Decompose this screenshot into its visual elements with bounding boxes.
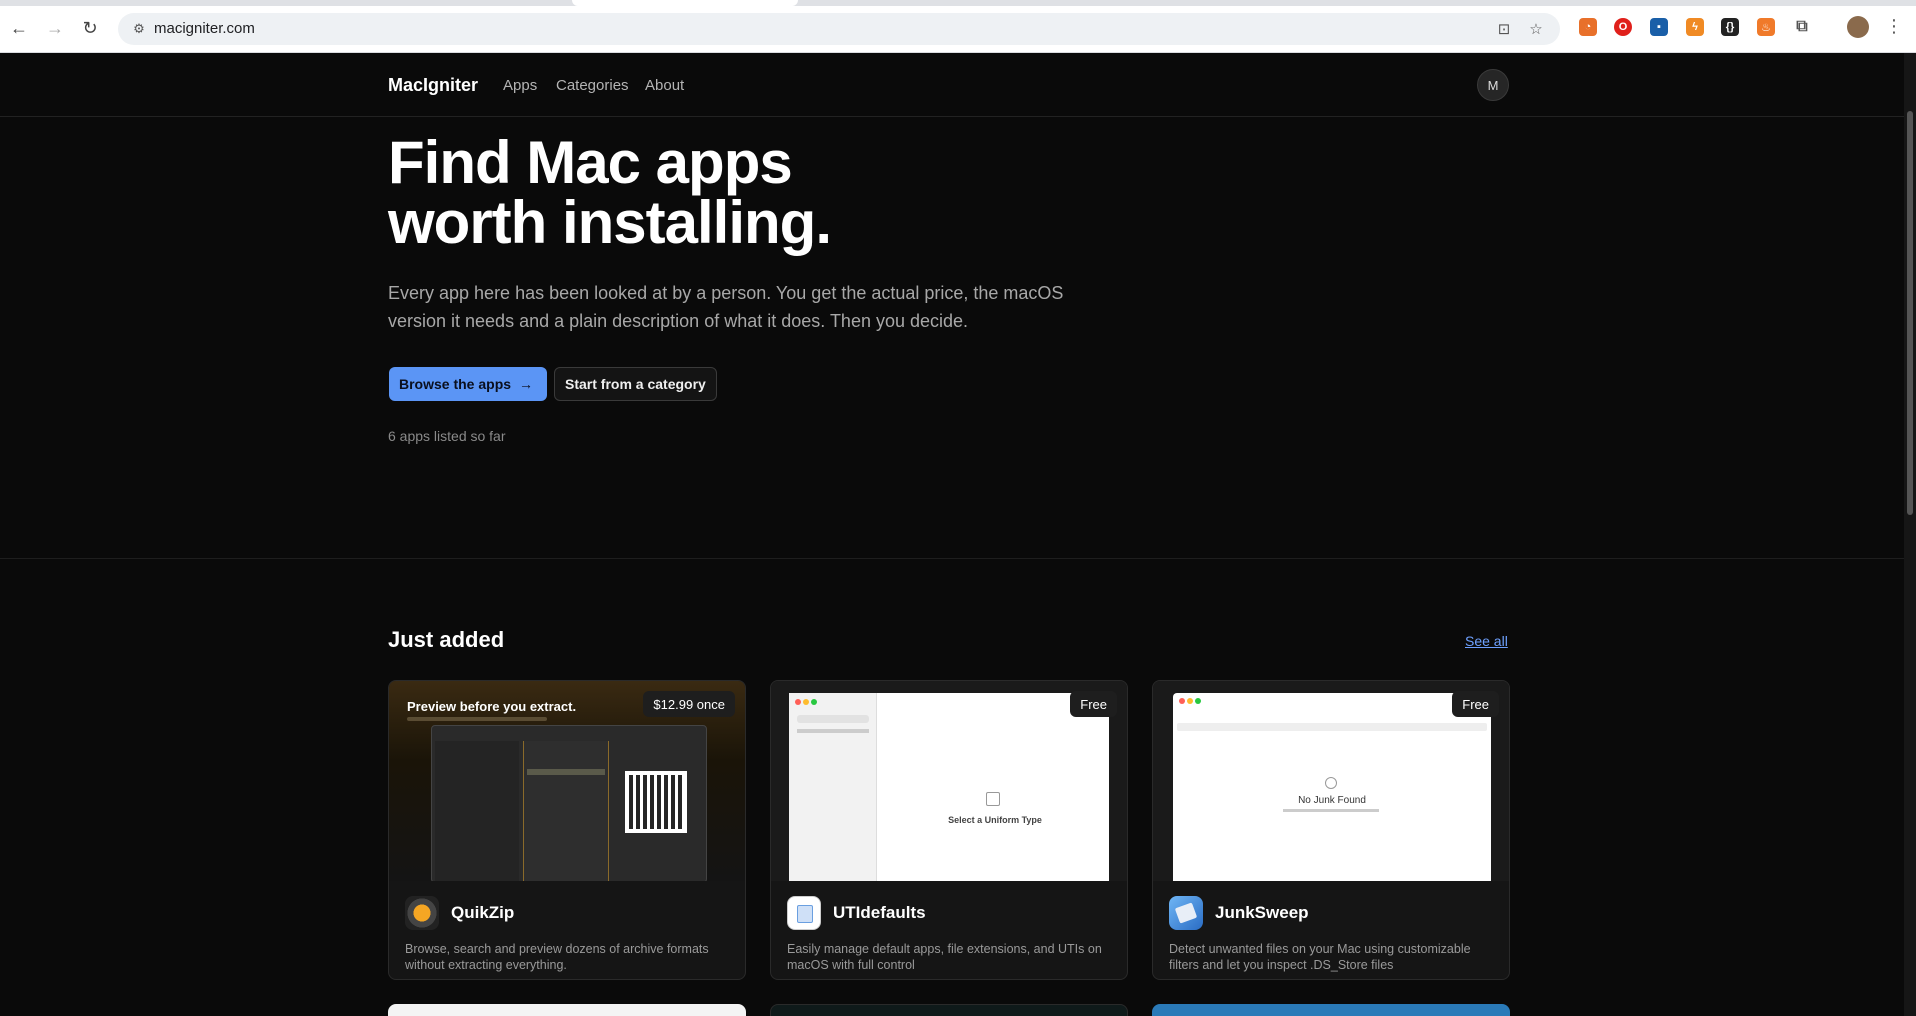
qr-code-graphic xyxy=(625,771,687,833)
price-badge: Free xyxy=(1452,691,1499,717)
extensions-icon[interactable]: ⧉ xyxy=(1793,18,1811,36)
just-added-title: Just added xyxy=(388,627,505,652)
app-name: QuikZip xyxy=(451,903,515,922)
app-card-quikzip[interactable]: Preview before you extract. $12.99 once … xyxy=(388,680,746,980)
screenshot-caption: No Junk Found xyxy=(1298,795,1366,806)
screenshot-headline: Preview before you extract. xyxy=(407,699,577,714)
app-card-junksweep[interactable]: No Junk Found Free JunkSweep Detect unwa… xyxy=(1152,680,1510,980)
url-text[interactable]: macigniter.com xyxy=(154,20,255,37)
site-header: MacIgniter Apps Categories About M xyxy=(0,53,1904,117)
hero-subtitle: Every app here has been looked at by a p… xyxy=(388,283,1064,331)
arrow-right-icon: → xyxy=(519,376,534,392)
extension-4-icon[interactable]: ϟ xyxy=(1686,18,1704,36)
hero-title: Find Mac apps worth installing. xyxy=(388,129,832,256)
forward-icon[interactable]: → xyxy=(41,14,69,42)
price-badge: Free xyxy=(1070,691,1117,717)
browser-toolbar: ← → ↻ ⚙ macigniter.com ⊡ ☆ ◔ O ▪ ϟ {} ♨ … xyxy=(0,0,1916,53)
nav-apps[interactable]: Apps xyxy=(503,77,537,94)
address-bar[interactable]: ⚙ macigniter.com ⊡ ☆ xyxy=(118,13,1560,45)
app-description: Easily manage default apps, file extensi… xyxy=(787,942,1102,972)
nav-about[interactable]: About xyxy=(645,77,684,94)
bookmark-star-icon[interactable]: ☆ xyxy=(1526,19,1546,39)
active-tab[interactable] xyxy=(572,0,798,6)
start-category-button[interactable]: Start from a category xyxy=(554,367,717,401)
app-card-peek-3[interactable] xyxy=(1152,1004,1510,1016)
quikzip-icon xyxy=(405,896,439,930)
browse-apps-label: Browse the apps xyxy=(399,376,512,392)
user-avatar[interactable]: M xyxy=(1477,69,1509,101)
browse-apps-button[interactable]: Browse the apps → xyxy=(389,367,548,401)
brand-logo[interactable]: MacIgniter xyxy=(388,75,478,96)
extension-2-icon[interactable]: O xyxy=(1614,18,1632,36)
app-description: Detect unwanted files on your Mac using … xyxy=(1169,942,1471,972)
apps-count: 6 apps listed so far xyxy=(388,428,506,444)
utidefaults-icon xyxy=(787,896,821,930)
app-description: Browse, search and preview dozens of arc… xyxy=(405,942,709,972)
web-page: MacIgniter Apps Categories About M Find … xyxy=(0,53,1904,1016)
app-card-peek-1[interactable] xyxy=(388,1004,746,1016)
site-info-icon[interactable]: ⚙ xyxy=(130,20,148,38)
screenshot-caption: Select a Uniform Type xyxy=(948,815,1042,825)
section-divider xyxy=(0,558,1904,559)
back-icon[interactable]: ← xyxy=(5,14,33,42)
nav-categories[interactable]: Categories xyxy=(556,77,629,94)
app-name: JunkSweep xyxy=(1215,903,1309,922)
reload-icon[interactable]: ↻ xyxy=(76,14,104,42)
app-card-peek-2[interactable] xyxy=(770,1004,1128,1016)
hero-title-line-1: Find Mac apps xyxy=(388,129,793,196)
app-name: UTIdefaults xyxy=(833,903,926,922)
junksweep-icon xyxy=(1169,896,1203,930)
profile-avatar[interactable] xyxy=(1847,16,1869,38)
app-card-utidefaults[interactable]: Select a Uniform Type Free UTIdefaults E… xyxy=(770,680,1128,980)
scrollbar-thumb[interactable] xyxy=(1907,111,1913,515)
menu-icon[interactable]: ⋮ xyxy=(1884,16,1904,38)
hero-title-line-2: worth installing. xyxy=(388,189,832,256)
extension-3-icon[interactable]: ▪ xyxy=(1650,18,1668,36)
extension-1-icon[interactable]: ◔ xyxy=(1579,18,1597,36)
see-all-link[interactable]: See all xyxy=(1465,633,1508,649)
extension-5-icon[interactable]: {} xyxy=(1721,18,1739,36)
tab-strip xyxy=(0,0,1916,6)
page-scrollbar[interactable] xyxy=(1904,53,1916,1016)
extension-6-icon[interactable]: ♨ xyxy=(1757,18,1775,36)
price-badge: $12.99 once xyxy=(643,691,735,717)
install-icon[interactable]: ⊡ xyxy=(1494,19,1514,39)
